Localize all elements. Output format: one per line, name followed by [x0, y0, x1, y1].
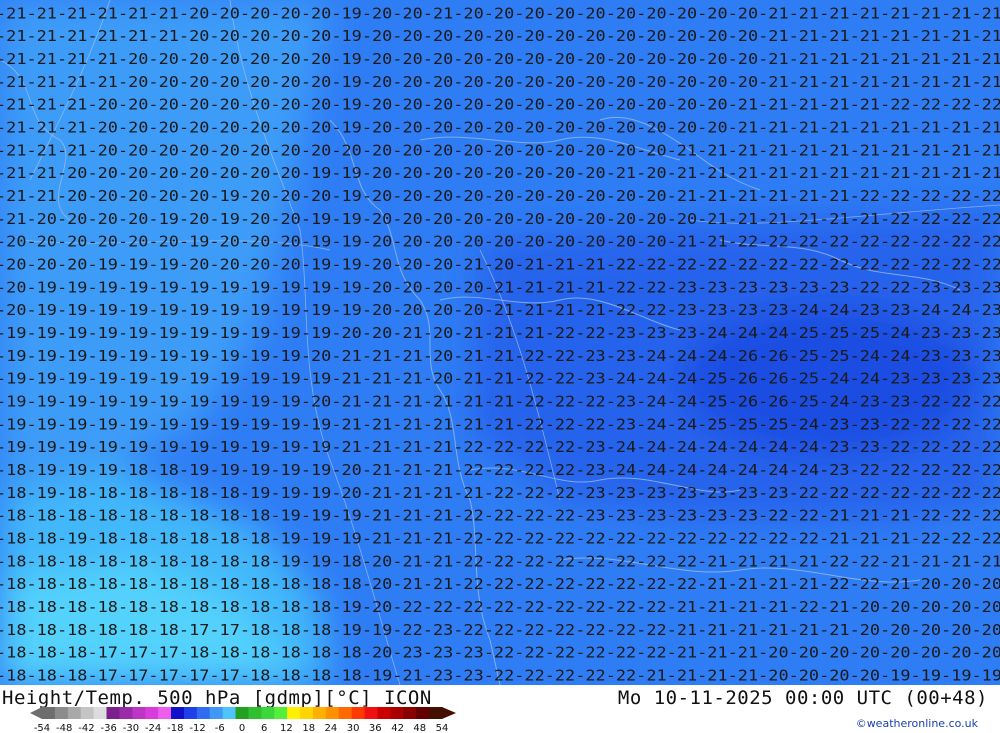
map-footer: Height/Temp. 500 hPa [gdmp][°C] ICON Mo …: [0, 685, 1000, 733]
contour-label-row: -21-21-21-20-20-20-20-20-20-20-20-19-20-…: [0, 96, 1000, 114]
contour-label-row: -18-18-18-18-18-18-18-18-18-19-19-19-21-…: [0, 507, 1000, 525]
scale-tick-label: -42: [78, 723, 94, 733]
weather-map: -21-21-21-21-21-21-20-20-20-20-20-19-20-…: [0, 0, 1000, 685]
color-swatch: [403, 707, 417, 719]
contour-label-row: -20-19-19-19-19-19-19-19-19-19-19-19-20-…: [0, 278, 1000, 296]
contour-label-row: -18-18-19-18-18-18-18-18-18-19-19-19-21-…: [0, 529, 1000, 547]
color-scale-swatches: [30, 707, 456, 719]
scale-tick-label: 48: [413, 723, 426, 733]
color-swatch: [300, 707, 314, 719]
scale-tick-label: -12: [189, 723, 205, 733]
contour-label-row: -19-19-19-19-19-19-19-19-19-19-20-21-21-…: [0, 392, 1000, 410]
contour-label-row: -19-19-19-19-19-19-19-19-19-19-19-21-21-…: [0, 370, 1000, 388]
credit-link[interactable]: ©weatheronline.co.uk: [856, 717, 978, 730]
contour-label-row: -21-21-21-20-20-20-20-20-20-20-20-19-20-…: [0, 118, 1000, 136]
contour-label-row: -21-21-20-20-20-20-20-20-20-20-19-19-20-…: [0, 164, 1000, 182]
contour-label-row: -19-19-19-19-19-19-19-19-19-19-20-21-21-…: [0, 347, 1000, 365]
color-swatch: [145, 707, 159, 719]
color-swatch: [312, 707, 327, 719]
scale-tick-label: 24: [325, 723, 338, 733]
color-swatch: [429, 707, 443, 719]
scale-tick-label: 6: [261, 723, 267, 733]
color-swatch: [261, 707, 275, 719]
scale-tick-label: 30: [347, 723, 360, 733]
scale-tick-label: -30: [123, 723, 139, 733]
color-swatch: [106, 707, 120, 719]
contour-label-row: -21-21-20-20-20-20-20-19-20-20-20-19-20-…: [0, 187, 1000, 205]
contour-label-row: -18-18-18-18-18-18-18-18-18-19-19-18-20-…: [0, 552, 1000, 570]
contour-label-row: -19-19-19-19-19-19-19-19-19-19-19-20-20-…: [0, 324, 1000, 342]
scale-tick-label: -6: [215, 723, 225, 733]
scale-tick-label: 0: [239, 723, 245, 733]
scale-tick-label: 54: [436, 723, 449, 733]
contour-label-row: -20-20-20-19-19-19-20-20-20-20-19-19-20-…: [0, 255, 1000, 273]
contour-label-row: -21-21-21-21-21-21-20-20-20-20-20-19-20-…: [0, 4, 1000, 22]
contour-label-row: -18-18-18-18-18-18-18-18-18-18-18-19-20-…: [0, 598, 1000, 616]
forecast-time: Mo 10-11-2025 00:00 UTC (00+48): [617, 687, 988, 709]
color-swatch: [93, 707, 108, 719]
contour-label-row: -18-19-19-19-18-18-19-19-19-19-19-20-21-…: [0, 461, 1000, 479]
scale-tick-label: 36: [369, 723, 382, 733]
color-swatch: [183, 707, 198, 719]
map-canvas: -21-21-21-21-21-21-20-20-20-20-20-19-20-…: [0, 0, 1000, 685]
contour-label-row: -18-19-18-18-18-18-18-18-19-19-19-20-21-…: [0, 484, 1000, 502]
color-swatch: [158, 707, 172, 719]
contour-label-row: -21-21-21-20-20-20-20-20-20-20-20-20-20-…: [0, 141, 1000, 159]
scale-tick-label: -48: [56, 723, 72, 733]
color-swatch: [132, 707, 146, 719]
contour-label-row: -19-19-19-19-19-19-19-19-19-19-19-21-21-…: [0, 415, 1000, 433]
color-swatch: [274, 707, 288, 719]
contour-label-row: -21-20-20-20-20-19-20-19-20-20-19-19-20-…: [0, 210, 1000, 228]
contour-label-row: -18-18-18-18-18-18-17-17-18-18-18-19-19-…: [0, 621, 1000, 639]
contour-label-row: -18-18-18-17-17-17-18-18-18-18-18-18-20-…: [0, 644, 1000, 662]
color-swatch: [287, 707, 301, 719]
contour-label-row: -18-18-18-17-17-17-17-17-18-18-18-18-19-…: [0, 666, 1000, 684]
contour-label-row: -21-21-21-21-20-20-20-20-20-20-20-19-20-…: [0, 73, 1000, 91]
color-swatch: [119, 707, 133, 719]
scale-tick-label: 42: [391, 723, 404, 733]
color-swatch: [351, 707, 366, 719]
contour-label-row: -19-19-19-19-19-19-19-19-19-19-19-21-21-…: [0, 438, 1000, 456]
color-swatch: [80, 707, 95, 719]
scale-arrow-left-icon: [30, 707, 42, 719]
color-swatch: [67, 707, 82, 719]
color-swatch: [364, 707, 378, 719]
scale-tick-label: -54: [34, 723, 50, 733]
scale-tick-label: 18: [302, 723, 315, 733]
color-swatch: [222, 707, 237, 719]
scale-tick-label: -18: [167, 723, 183, 733]
scale-tick-label: -24: [145, 723, 161, 733]
scale-tick-label: -36: [101, 723, 117, 733]
contour-label-row: -21-21-21-21-20-20-20-20-20-20-20-19-20-…: [0, 50, 1000, 68]
color-swatch: [42, 707, 56, 719]
contour-label-row: -20-19-19-19-19-19-19-19-19-19-19-19-20-…: [0, 301, 1000, 319]
color-swatch: [377, 707, 391, 719]
color-swatch: [196, 707, 211, 719]
color-swatch: [390, 707, 404, 719]
color-swatch: [338, 707, 353, 719]
contour-label-row: -20-20-20-20-20-20-19-20-20-20-19-19-20-…: [0, 233, 1000, 251]
contour-label-row: -18-18-18-18-18-18-18-18-18-18-18-18-20-…: [0, 575, 1000, 593]
scale-arrow-right-icon: [442, 707, 456, 719]
color-swatch: [235, 707, 249, 719]
color-swatch: [209, 707, 224, 719]
contour-label-row: -21-21-21-21-21-21-20-20-20-20-20-19-20-…: [0, 27, 1000, 45]
color-swatch: [171, 707, 185, 719]
color-swatch: [325, 707, 340, 719]
color-swatch: [54, 707, 69, 719]
color-swatch: [416, 707, 430, 719]
color-scale-ticks: -54 -48 -42 -36 -30 -24 -18 -12 -6 0 6 12 18 24 30 36 42…: [34, 723, 449, 733]
color-swatch: [248, 707, 262, 719]
scale-tick-label: 12: [280, 723, 293, 733]
color-scale-legend: -54 -48 -42 -36 -30 -24 -18 -12 -6 0 6 12 18 24 30 36 42…: [30, 707, 456, 733]
